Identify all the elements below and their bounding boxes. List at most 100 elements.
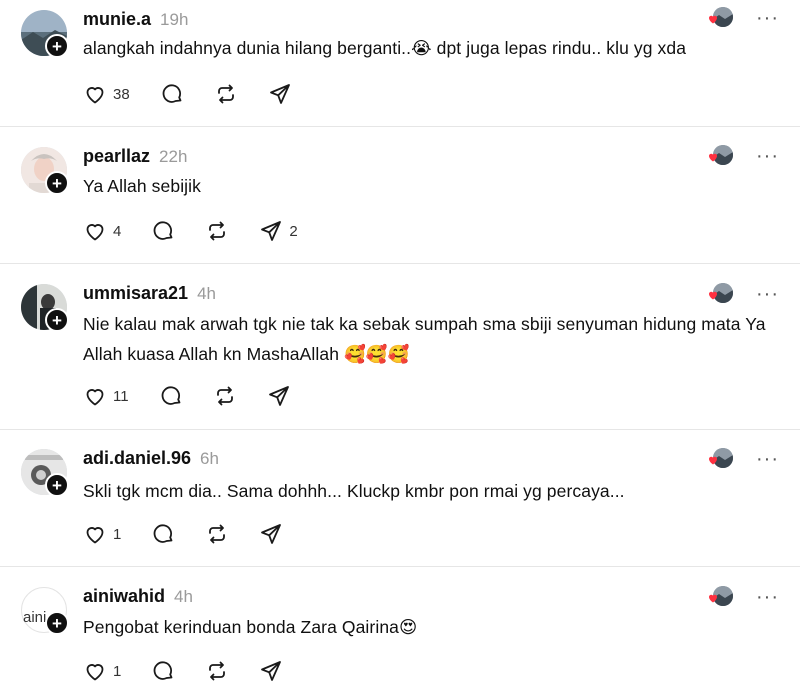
heart-filled-icon [709,291,717,300]
like-button[interactable]: 1 [83,522,121,546]
post-text: Pengobat kerinduan bonda Zara Qairina😍 [83,617,418,637]
username[interactable]: munie.a [83,9,151,30]
reply-post: + pearllaz 22h ··· Ya Allah sebijik 4 2 [0,127,800,263]
share-button[interactable]: 2 [259,219,298,243]
like-count: 4 [113,222,122,240]
heart-outline-icon [86,389,104,406]
more-dots-icon[interactable]: ··· [756,284,779,304]
post-header: munie.a 19h [83,9,188,30]
send-paper-plane-icon [269,84,290,104]
share-button[interactable] [259,522,283,546]
username[interactable]: pearllaz [83,146,150,167]
send-paper-plane-icon [261,221,282,241]
username[interactable]: adi.daniel.96 [83,448,191,469]
reply-button[interactable] [159,384,183,408]
reply-button[interactable] [151,219,175,243]
heart-outline-icon [86,87,104,104]
like-button[interactable]: 11 [83,384,129,408]
post-header: adi.daniel.96 6h [83,448,219,469]
more-dots-icon[interactable]: ··· [756,587,779,607]
reply-button[interactable] [151,659,175,683]
heart-filled-icon [709,456,717,465]
post-text: Skli tgk mcm dia.. Sama dohhh... Kluckp … [83,481,625,501]
repost-arrows-icon [209,661,226,681]
repost-button[interactable] [213,384,237,408]
more-dots-icon[interactable]: ··· [756,449,779,469]
repost-arrows-icon [209,221,226,241]
like-count: 1 [113,662,122,680]
username[interactable]: ainiwahid [83,586,165,607]
heart-outline-icon [86,664,104,681]
post-text: alangkah indahnya dunia hilang berganti.… [83,38,687,58]
heart-outline-icon [86,527,104,544]
post-header: ummisara21 4h [83,283,216,304]
like-count: 1 [113,525,122,543]
like-button[interactable]: 1 [83,659,121,683]
follow-plus-icon[interactable]: + [45,171,69,195]
timestamp: 22h [159,147,188,166]
repost-button[interactable] [205,219,229,243]
avatar[interactable]: + [21,449,69,497]
like-button[interactable]: 38 [83,82,130,106]
reply-button[interactable] [151,522,175,546]
like-button[interactable]: 4 [83,219,121,243]
avatar[interactable]: + [21,10,69,58]
repost-button[interactable] [205,522,229,546]
avatar[interactable]: + [21,147,69,195]
send-paper-plane-icon [268,386,289,406]
heart-filled-icon [709,594,717,603]
reply-post: + ummisara21 4h ··· Nie kalau mak arwah … [0,264,800,429]
liked-by-author-icon [707,143,733,169]
follow-plus-icon[interactable]: + [45,473,69,497]
reply-post: + adi.daniel.96 6h ··· Skli tgk mcm dia.… [0,430,800,566]
repost-button[interactable] [214,82,238,106]
reply-post: aini + ainiwahid 4h ··· Pengobat kerindu… [0,567,800,700]
post-header: ainiwahid 4h [83,586,193,607]
comment-bubble-icon [161,386,180,405]
comment-bubble-icon [153,524,173,543]
comment-bubble-icon [153,221,173,240]
more-dots-icon[interactable]: ··· [756,8,779,28]
post-text: Nie kalau mak arwah tgk nie tak ka sebak… [83,314,766,364]
avatar-fallback-text: aini [23,609,47,626]
post-header: pearllaz 22h [83,146,187,167]
comment-bubble-icon [153,661,173,680]
repost-arrows-icon [217,84,234,104]
follow-plus-icon[interactable]: + [45,611,69,635]
action-bar: 38 [83,82,322,106]
send-paper-plane-icon [261,524,282,544]
avatar[interactable]: aini + [21,587,69,635]
liked-by-author-icon [707,281,733,307]
timestamp: 4h [197,284,216,303]
like-count: 11 [113,387,129,405]
share-button[interactable] [259,659,283,683]
follow-plus-icon[interactable]: + [45,34,69,58]
liked-by-author-icon [707,584,733,610]
heart-outline-icon [86,224,104,241]
action-bar: 4 2 [83,219,328,243]
timestamp: 6h [200,449,219,468]
liked-by-author-icon [707,446,733,472]
username[interactable]: ummisara21 [83,283,188,304]
repost-arrows-icon [209,524,226,544]
timestamp: 19h [160,10,189,29]
replies-feed: + munie.a 19h ··· alangkah indahnya duni… [0,0,800,700]
reply-post: + munie.a 19h ··· alangkah indahnya duni… [0,0,800,126]
timestamp: 4h [174,587,193,606]
more-dots-icon[interactable]: ··· [756,146,779,166]
follow-plus-icon[interactable]: + [45,308,69,332]
like-count: 38 [113,85,130,103]
share-button[interactable] [267,384,291,408]
avatar[interactable]: + [21,284,69,332]
repost-button[interactable] [205,659,229,683]
heart-filled-icon [709,153,717,162]
share-button[interactable] [268,82,292,106]
comment-bubble-icon [162,84,182,103]
action-bar: 11 [83,384,321,408]
send-paper-plane-icon [261,661,282,681]
reply-button[interactable] [160,82,184,106]
post-text: Ya Allah sebijik [83,176,202,196]
liked-by-author-icon [707,5,733,31]
share-count: 2 [289,222,298,240]
action-bar: 1 [83,659,313,683]
